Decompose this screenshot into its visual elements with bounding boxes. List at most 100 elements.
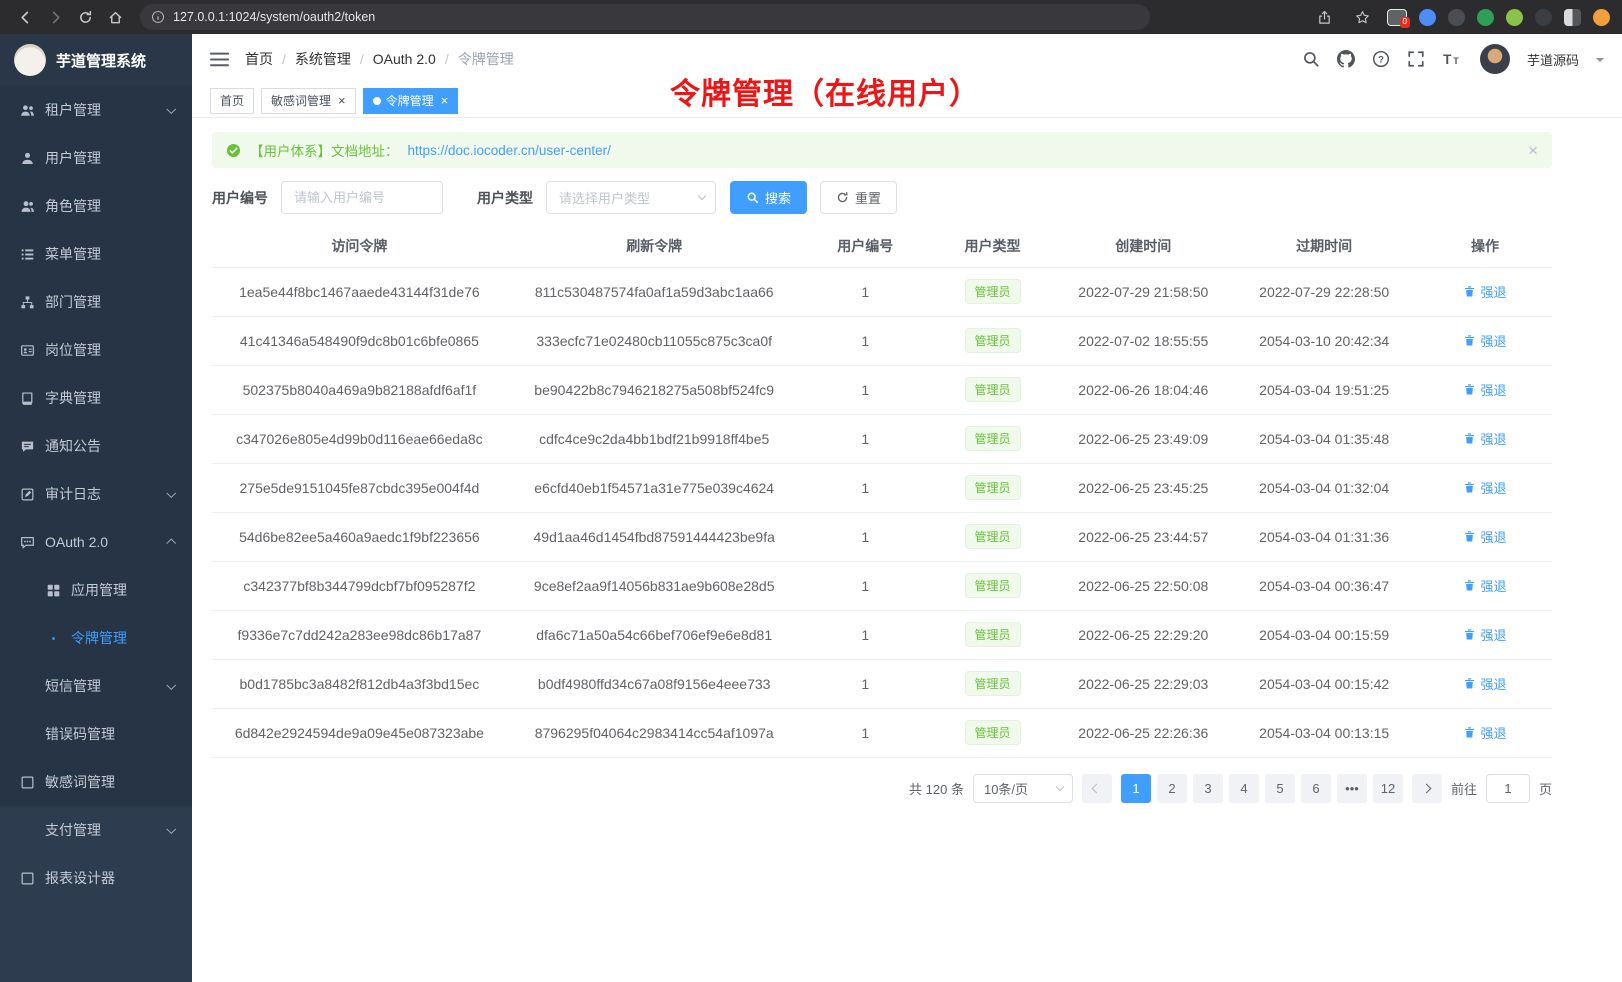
next-page-button[interactable]	[1412, 774, 1442, 803]
breadcrumb-item[interactable]: 首页	[245, 49, 273, 69]
sidebar-item-user[interactable]: 用户管理	[0, 134, 192, 182]
sidebar-item-notice[interactable]: 通知公告	[0, 422, 192, 470]
force-logout-button[interactable]: 强退	[1463, 282, 1506, 301]
page-button-4[interactable]: 4	[1229, 774, 1259, 803]
cell-user-id: 1	[802, 463, 929, 512]
goto-page-input[interactable]	[1486, 774, 1530, 803]
search-icon[interactable]	[1302, 50, 1320, 68]
back-icon[interactable]	[12, 4, 38, 30]
sidebar-item-menu[interactable]: 菜单管理	[0, 230, 192, 278]
cell-user-id: 1	[802, 316, 929, 365]
force-logout-button[interactable]: 强退	[1463, 331, 1506, 350]
column-header: 用户编号	[802, 225, 929, 267]
sidebar-item-oauth2-token[interactable]: 令牌管理	[0, 614, 192, 662]
fullscreen-icon[interactable]	[1407, 50, 1425, 68]
sidebar-toggle-icon[interactable]	[210, 52, 229, 67]
search-button-label: 搜索	[765, 188, 791, 207]
tab-home[interactable]: 首页	[210, 88, 254, 114]
search-button[interactable]: 搜索	[730, 181, 807, 214]
table-row: 502375b8040a469a9b82188afdf6af1fbe90422b…	[212, 365, 1552, 414]
cell-action: 强退	[1418, 463, 1552, 512]
extension-icon-1[interactable]	[1387, 9, 1407, 26]
cell-refresh-token: dfa6c71a50a54c66bef706ef9e6e8d81	[507, 610, 802, 659]
sidebar-item-pay[interactable]: 支付管理	[0, 806, 192, 854]
page-button-6[interactable]: 6	[1301, 774, 1331, 803]
help-icon[interactable]: ?	[1372, 50, 1390, 68]
force-logout-button[interactable]: 强退	[1463, 429, 1506, 448]
page-size-select[interactable]: 10条/页	[973, 774, 1073, 803]
force-logout-button[interactable]: 强退	[1463, 527, 1506, 546]
page-button-5[interactable]: 5	[1265, 774, 1295, 803]
alert-close-icon[interactable]: ×	[1528, 142, 1538, 159]
url-bar[interactable]: 127.0.0.1:1024/system/oauth2/token	[140, 4, 1150, 30]
close-icon[interactable]: ×	[441, 94, 449, 107]
sidebar-item-dict[interactable]: 字典管理	[0, 374, 192, 422]
page-button-2[interactable]: 2	[1157, 774, 1187, 803]
sidebar-item-report-designer[interactable]: 报表设计器	[0, 854, 192, 902]
forward-icon[interactable]	[42, 4, 68, 30]
user-type-badge: 管理员	[965, 622, 1021, 647]
extension-icon-6[interactable]	[1535, 9, 1552, 26]
reset-button[interactable]: 重置	[820, 181, 897, 214]
close-icon[interactable]: ×	[338, 94, 346, 107]
prev-page-button[interactable]	[1082, 774, 1112, 803]
github-icon[interactable]	[1337, 50, 1355, 68]
home-icon[interactable]	[102, 4, 128, 30]
force-logout-button[interactable]: 强退	[1463, 674, 1506, 693]
page-button-3[interactable]: 3	[1193, 774, 1223, 803]
sidebar-item-role[interactable]: 角色管理	[0, 182, 192, 230]
font-size-icon[interactable]: TT	[1442, 50, 1460, 68]
sidebar-item-sensitive-word[interactable]: 敏感词管理	[0, 758, 192, 806]
force-logout-button[interactable]: 强退	[1463, 380, 1506, 399]
cell-action: 强退	[1418, 316, 1552, 365]
alert-link[interactable]: https://doc.iocoder.cn/user-center/	[408, 143, 611, 158]
page-button-1[interactable]: 1	[1121, 774, 1151, 803]
user-type-badge: 管理员	[965, 475, 1021, 500]
user-id-input[interactable]	[281, 181, 443, 214]
user-type-select[interactable]: 请选择用户类型	[546, 181, 716, 214]
cell-user-type: 管理员	[929, 610, 1056, 659]
user-type-badge: 管理员	[965, 720, 1021, 745]
cell-created-time: 2022-06-25 22:50:08	[1056, 561, 1230, 610]
force-logout-label: 强退	[1480, 576, 1506, 595]
sidebar-item-post[interactable]: 岗位管理	[0, 326, 192, 374]
breadcrumb-separator: /	[445, 51, 449, 67]
url-text: 127.0.0.1:1024/system/oauth2/token	[173, 10, 375, 24]
cell-user-id: 1	[802, 659, 929, 708]
force-logout-button[interactable]: 强退	[1463, 723, 1506, 742]
sidebar-item-oauth2-app[interactable]: 应用管理	[0, 566, 192, 614]
app-icon	[46, 583, 61, 598]
extension-icon-5[interactable]	[1506, 9, 1523, 26]
app-logo[interactable]: 芋道管理系统	[0, 34, 192, 86]
token-table: 访问令牌刷新令牌用户编号用户类型创建时间过期时间操作 1ea5e44f8bc14…	[212, 225, 1552, 758]
sidebar-item-audit-log[interactable]: 审计日志	[0, 470, 192, 518]
force-logout-button[interactable]: 强退	[1463, 625, 1506, 644]
sidebar-item-error-code[interactable]: 错误码管理	[0, 710, 192, 758]
user-name[interactable]: 芋道源码	[1527, 50, 1579, 69]
user-avatar[interactable]	[1480, 44, 1510, 74]
sidebar-item-dept[interactable]: 部门管理	[0, 278, 192, 326]
force-logout-button[interactable]: 强退	[1463, 478, 1506, 497]
extension-icon-4[interactable]	[1477, 9, 1494, 26]
force-logout-button[interactable]: 强退	[1463, 576, 1506, 595]
info-icon[interactable]	[151, 10, 165, 24]
bookmark-star-icon[interactable]	[1349, 4, 1375, 30]
sidebar-item-oauth2[interactable]: OAuth 2.0	[0, 518, 192, 566]
tab-sensitive-word[interactable]: 敏感词管理×	[261, 88, 356, 114]
force-logout-label: 强退	[1480, 527, 1506, 546]
sidebar-item-tenant[interactable]: 租户管理	[0, 86, 192, 134]
sidebar-item-sms[interactable]: 短信管理	[0, 662, 192, 710]
cell-access-token: 54d6be82ee5a460a9aedc1f9bf223656	[212, 512, 507, 561]
page-button-12[interactable]: 12	[1373, 774, 1403, 803]
breadcrumb-item[interactable]: OAuth 2.0	[373, 51, 436, 67]
share-icon[interactable]	[1311, 4, 1337, 30]
breadcrumb-item[interactable]: 系统管理	[295, 49, 351, 69]
browser-profile-avatar[interactable]	[1593, 9, 1610, 26]
theme-split-icon[interactable]	[1564, 9, 1581, 26]
tab-token[interactable]: 令牌管理×	[363, 88, 459, 114]
users-icon	[20, 103, 35, 118]
refresh-icon[interactable]	[72, 4, 98, 30]
extension-icon-3[interactable]	[1448, 9, 1465, 26]
extension-icon-2[interactable]	[1419, 9, 1436, 26]
cell-user-id: 1	[802, 708, 929, 757]
